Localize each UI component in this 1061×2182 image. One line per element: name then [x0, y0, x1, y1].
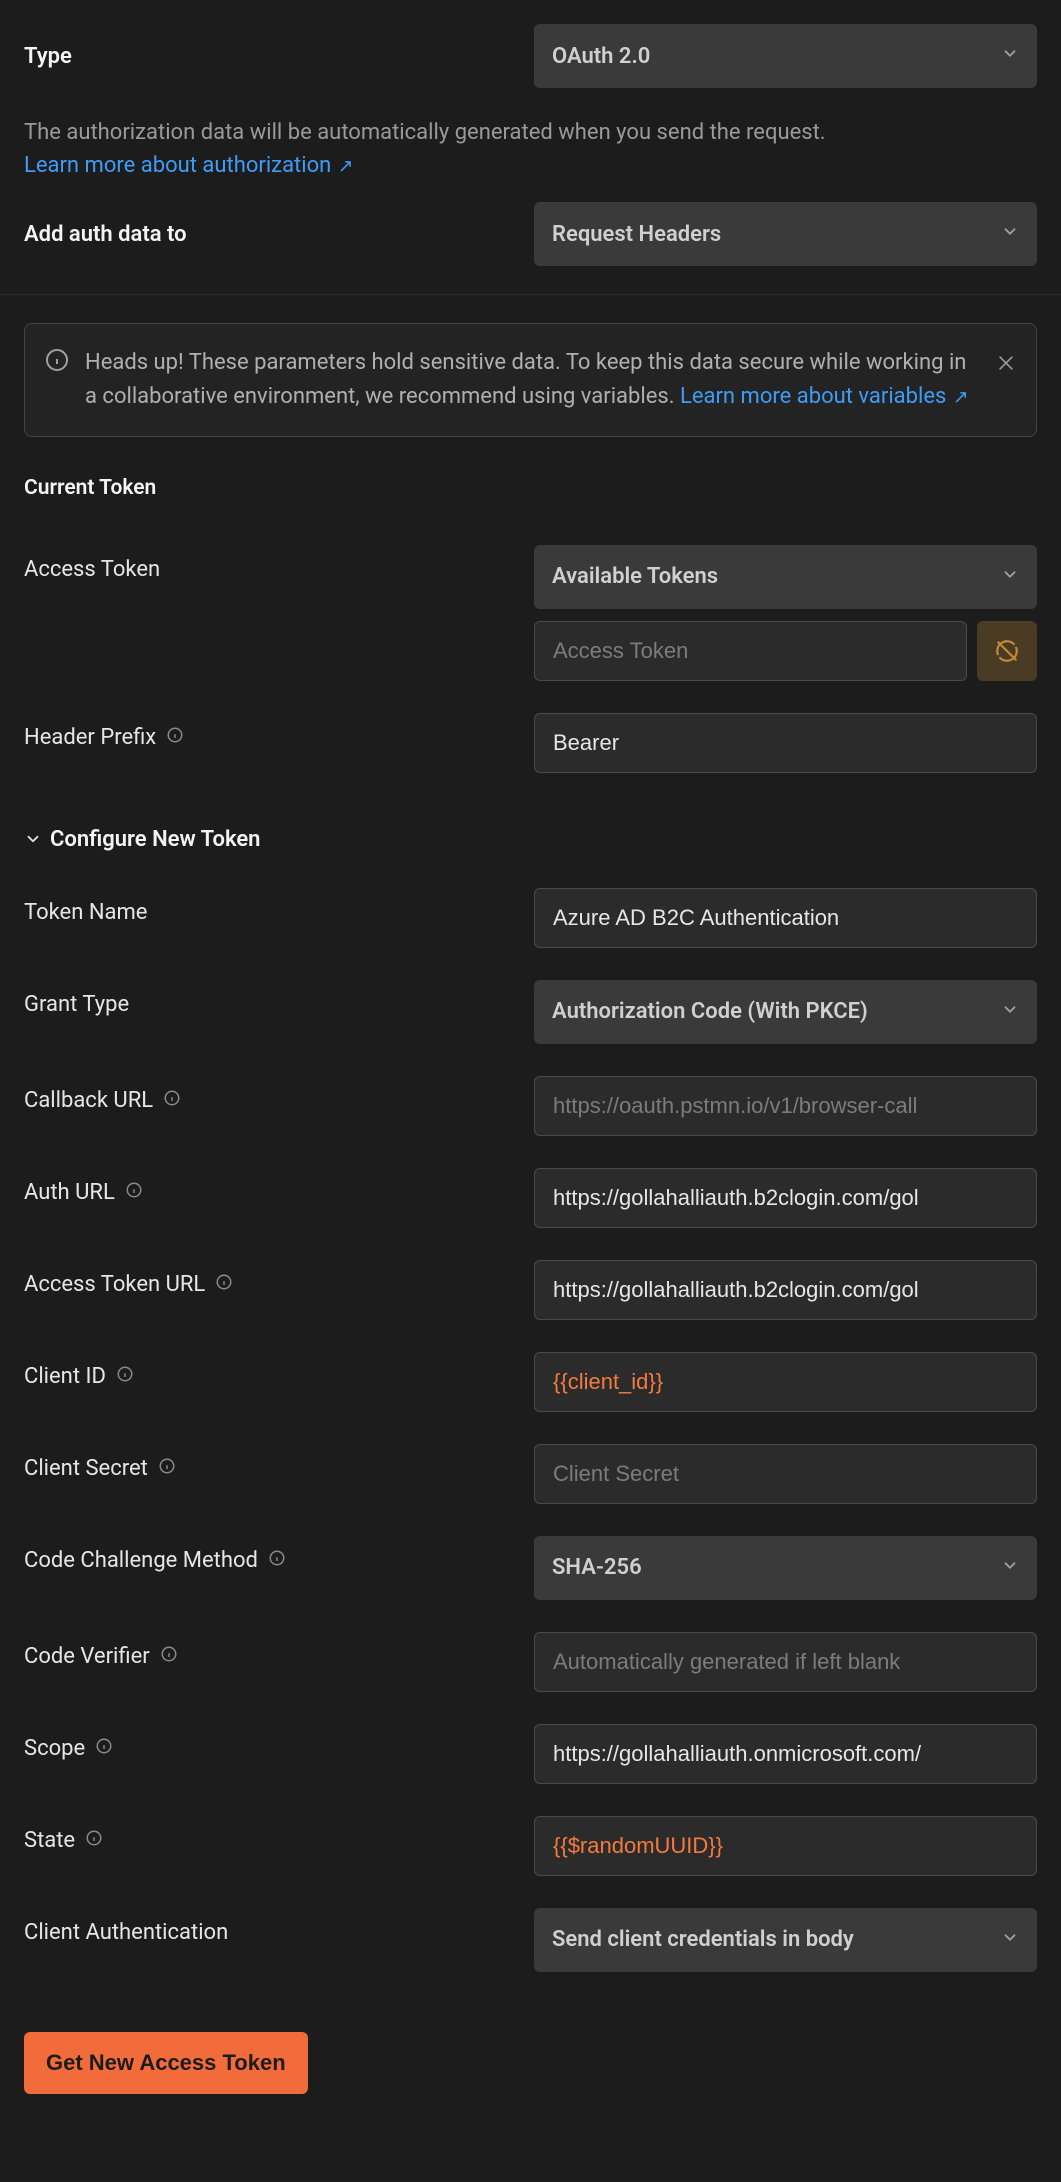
client-secret-label: Client Secret: [24, 1452, 148, 1485]
code-challenge-method-label: Code Challenge Method: [24, 1544, 258, 1577]
sensitive-data-alert: Heads up! These parameters hold sensitiv…: [24, 323, 1037, 437]
chevron-down-icon: [1001, 218, 1019, 251]
chevron-down-icon: [1001, 1923, 1019, 1956]
info-icon[interactable]: [158, 1452, 176, 1485]
client-authentication-label: Client Authentication: [24, 1916, 228, 1949]
access-token-url-input[interactable]: [534, 1260, 1037, 1320]
client-secret-input[interactable]: [534, 1444, 1037, 1504]
chevron-down-icon: [24, 830, 42, 848]
learn-more-authorization-link[interactable]: Learn more about authorization ↗: [24, 153, 354, 178]
callback-url-label: Callback URL: [24, 1084, 153, 1117]
external-link-icon: ↗: [333, 155, 353, 177]
auth-type-value: OAuth 2.0: [552, 40, 650, 73]
external-link-icon: ↗: [948, 386, 968, 408]
learn-more-auth-text: Learn more about authorization: [24, 153, 331, 178]
chevron-down-icon: [1001, 1551, 1019, 1584]
info-icon[interactable]: [215, 1268, 233, 1301]
grant-type-label: Grant Type: [24, 988, 129, 1021]
chevron-down-icon: [1001, 40, 1019, 73]
current-token-section-label: Current Token: [24, 473, 1037, 505]
client-authentication-value: Send client credentials in body: [552, 1923, 854, 1956]
access-token-url-label: Access Token URL: [24, 1268, 205, 1301]
add-auth-label: Add auth data to: [24, 222, 187, 247]
scope-input[interactable]: [534, 1724, 1037, 1784]
auth-type-select[interactable]: OAuth 2.0: [534, 24, 1037, 88]
token-name-label: Token Name: [24, 896, 147, 929]
info-icon[interactable]: [116, 1360, 134, 1393]
chevron-down-icon: [1001, 560, 1019, 593]
header-prefix-label: Header Prefix: [24, 721, 156, 754]
add-auth-data-value: Request Headers: [552, 218, 721, 251]
code-challenge-method-select[interactable]: SHA-256: [534, 1536, 1037, 1600]
info-icon[interactable]: [163, 1084, 181, 1117]
code-verifier-label: Code Verifier: [24, 1640, 150, 1673]
scope-label: Scope: [24, 1732, 85, 1765]
callback-url-input[interactable]: [534, 1076, 1037, 1136]
code-verifier-input[interactable]: [534, 1632, 1037, 1692]
available-tokens-value: Available Tokens: [552, 560, 718, 593]
info-icon[interactable]: [125, 1176, 143, 1209]
info-icon[interactable]: [268, 1544, 286, 1577]
client-id-label: Client ID: [24, 1360, 106, 1393]
state-label: State: [24, 1824, 75, 1857]
code-challenge-method-value: SHA-256: [552, 1551, 642, 1584]
client-id-input[interactable]: [534, 1352, 1037, 1412]
refresh-token-button[interactable]: [977, 621, 1037, 681]
section-divider: [0, 294, 1061, 295]
token-name-input[interactable]: [534, 888, 1037, 948]
learn-more-variables-text: Learn more about variables: [680, 384, 946, 409]
access-token-input[interactable]: [534, 621, 967, 681]
header-prefix-input[interactable]: [534, 713, 1037, 773]
auth-url-input[interactable]: [534, 1168, 1037, 1228]
auth-desc-text: The authorization data will be automatic…: [24, 120, 826, 145]
learn-more-variables-link[interactable]: Learn more about variables ↗: [680, 384, 969, 409]
access-token-label: Access Token: [24, 553, 160, 586]
alert-close-button[interactable]: [996, 350, 1016, 383]
get-new-access-token-button[interactable]: Get New Access Token: [24, 2032, 308, 2094]
type-label: Type: [24, 44, 72, 69]
configure-new-token-toggle[interactable]: Configure New Token: [24, 823, 1037, 856]
alert-info-icon: [45, 348, 69, 382]
info-icon[interactable]: [160, 1640, 178, 1673]
info-icon[interactable]: [166, 721, 184, 754]
client-authentication-select[interactable]: Send client credentials in body: [534, 1908, 1037, 1972]
grant-type-select[interactable]: Authorization Code (With PKCE): [534, 980, 1037, 1044]
grant-type-value: Authorization Code (With PKCE): [552, 995, 868, 1028]
configure-new-token-label: Configure New Token: [50, 823, 260, 856]
info-icon[interactable]: [85, 1824, 103, 1857]
state-input[interactable]: [534, 1816, 1037, 1876]
available-tokens-select[interactable]: Available Tokens: [534, 545, 1037, 609]
info-icon[interactable]: [95, 1732, 113, 1765]
auth-url-label: Auth URL: [24, 1176, 115, 1209]
chevron-down-icon: [1001, 995, 1019, 1028]
add-auth-data-select[interactable]: Request Headers: [534, 202, 1037, 266]
